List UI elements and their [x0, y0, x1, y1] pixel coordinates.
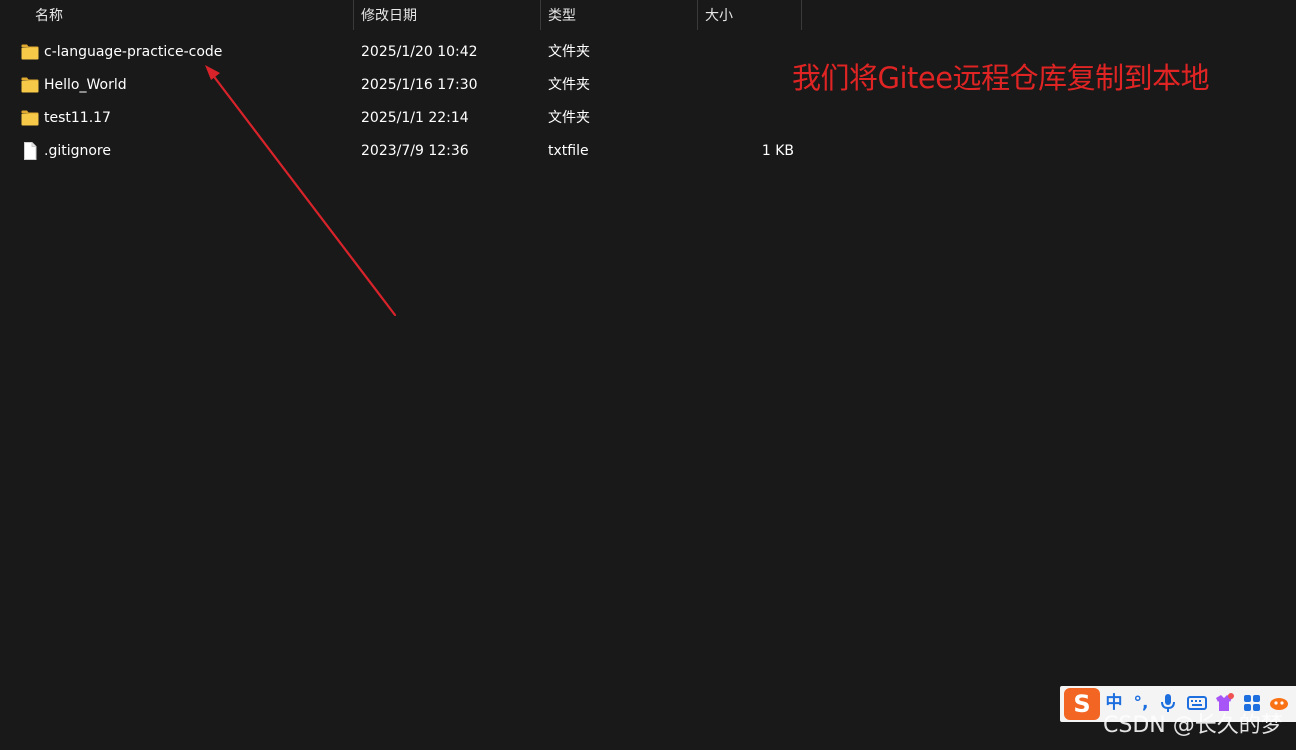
column-header-size-label: 大小	[705, 8, 733, 24]
file-row-c-language-practice-code[interactable]: c-language-practice-code 2025/1/20 10:42…	[0, 36, 802, 69]
file-size	[690, 102, 794, 135]
sort-ascending-icon[interactable]: ^	[185, 0, 194, 6]
column-header-date-label: 修改日期	[361, 8, 417, 24]
file-size	[690, 36, 794, 69]
sogou-logo-icon[interactable]: S	[1064, 688, 1100, 720]
file-row-gitignore[interactable]: .gitignore 2023/7/9 12:36 txtfile 1 KB	[0, 135, 802, 168]
column-header-bar: 名称 ^ 修改日期 类型 大小	[0, 0, 802, 32]
file-name[interactable]: Hello_World	[44, 69, 127, 102]
file-size	[690, 69, 794, 102]
file-row-hello-world[interactable]: Hello_World 2025/1/16 17:30 文件夹	[0, 69, 802, 102]
folder-icon	[21, 77, 39, 93]
file-date: 2023/7/9 12:36	[361, 143, 469, 159]
column-header-name-label: 名称	[35, 8, 63, 24]
file-date: 2025/1/20 10:42	[361, 44, 478, 60]
file-date: 2025/1/1 22:14	[361, 110, 469, 126]
file-name[interactable]: .gitignore	[44, 135, 111, 168]
folder-icon	[21, 44, 39, 60]
file-type: 文件夹	[548, 77, 590, 93]
file-size: 1 KB	[761, 143, 794, 159]
annotation-text: 我们将Gitee远程仓库复制到本地	[792, 61, 1210, 95]
column-divider[interactable]	[801, 0, 802, 30]
column-header-type[interactable]: 类型	[541, 0, 697, 32]
column-header-type-label: 类型	[548, 8, 576, 24]
file-date: 2025/1/16 17:30	[361, 77, 478, 93]
column-header-size[interactable]: 大小	[698, 0, 802, 32]
file-row-test11-17[interactable]: test11.17 2025/1/1 22:14 文件夹	[0, 102, 802, 135]
column-header-date[interactable]: 修改日期	[354, 0, 540, 32]
csdn-watermark: CSDN @长久的梦	[1103, 713, 1283, 738]
file-type: 文件夹	[548, 110, 590, 126]
folder-icon	[21, 110, 39, 126]
file-icon	[21, 142, 39, 160]
file-name[interactable]: c-language-practice-code	[44, 36, 222, 69]
file-name[interactable]: test11.17	[44, 102, 111, 135]
file-type: 文件夹	[548, 44, 590, 60]
file-type: txtfile	[548, 143, 589, 159]
